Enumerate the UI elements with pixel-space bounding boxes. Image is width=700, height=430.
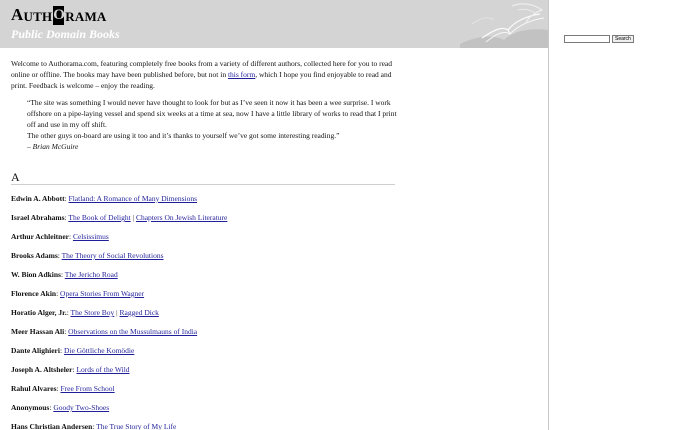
- section-divider: [11, 184, 395, 185]
- site-logo[interactable]: A UTH O RAMA: [11, 5, 107, 25]
- book-link[interactable]: Opera Stories From Wagner: [60, 289, 144, 298]
- logo-text-part1: UTH: [23, 9, 53, 24]
- logo-initial: A: [11, 5, 24, 24]
- book-link[interactable]: Goody Two-Shoes: [53, 403, 109, 412]
- author-name: Horatio Alger, Jr.: [11, 308, 67, 317]
- search-form: Search: [564, 35, 634, 43]
- book-link[interactable]: Flatland: A Romance of Many Dimensions: [69, 194, 198, 203]
- author-row: Arthur Achleitner: Celsissimus: [11, 232, 396, 251]
- author-row: Anonymous: Goody Two-Shoes: [11, 403, 396, 422]
- author-name: Joseph A. Altsheler: [11, 365, 73, 374]
- author-name: Arthur Achleitner: [11, 232, 69, 241]
- right-sidebar: Search: [548, 0, 700, 430]
- open-book-illustration-icon: [452, 0, 548, 48]
- author-row: Brooks Adams: The Theory of Social Revol…: [11, 251, 396, 270]
- author-name: Anonymous: [11, 403, 50, 412]
- author-name: Rahul Alvares: [11, 384, 57, 393]
- site-tagline: Public Domain Books: [11, 27, 120, 41]
- author-row: Rahul Alvares: Free From School: [11, 384, 396, 403]
- author-name: W. Bion Adkins: [11, 270, 61, 279]
- author-row: Edwin A. Abbott: Flatland: A Romance of …: [11, 194, 396, 213]
- book-link[interactable]: The True Story of My Life: [96, 422, 176, 430]
- author-row: Joseph A. Altsheler: Lords of the Wild: [11, 365, 396, 384]
- book-link[interactable]: Celsissimus: [73, 232, 109, 241]
- logo-boxed-letter: O: [53, 6, 66, 25]
- book-link[interactable]: The Jericho Road: [65, 270, 118, 279]
- logo-text-part2: RAMA: [65, 9, 107, 24]
- site-header: A UTH O RAMA Public Domain Books: [0, 0, 548, 48]
- book-link[interactable]: The Theory of Social Revolutions: [62, 251, 164, 260]
- author-name: Hans Christian Andersen: [11, 422, 93, 430]
- author-name: Meer Hassan Ali: [11, 327, 65, 336]
- author-list: Edwin A. Abbott: Flatland: A Romance of …: [11, 194, 396, 430]
- author-name: Florence Akin: [11, 289, 57, 298]
- author-row: Horatio Alger, Jr.: The Store Boy | Ragg…: [11, 308, 396, 327]
- quote-line-2: The other guys on-board are using it too…: [27, 131, 340, 140]
- book-link[interactable]: Chapters On Jewish Literature: [136, 213, 227, 222]
- search-input[interactable]: [564, 35, 610, 43]
- author-name: Edwin A. Abbott: [11, 194, 65, 203]
- author-name: Dante Alighieri: [11, 346, 60, 355]
- intro-paragraph: Welcome to Authorama.com, featuring comp…: [11, 58, 396, 91]
- book-link[interactable]: Lords of the Wild: [76, 365, 129, 374]
- book-link[interactable]: Free From School: [60, 384, 114, 393]
- author-row: Meer Hassan Ali: Observations on the Mus…: [11, 327, 396, 346]
- author-name: Israel Abrahams: [11, 213, 65, 222]
- search-button[interactable]: Search: [612, 35, 634, 43]
- quote-line-1: “The site was something I would never ha…: [27, 98, 397, 129]
- section-letter-heading: A: [11, 170, 20, 184]
- this-form-link[interactable]: this form: [228, 70, 255, 79]
- book-link[interactable]: The Book of Delight: [68, 213, 130, 222]
- author-row: Hans Christian Andersen: The True Story …: [11, 422, 396, 430]
- quote-attribution: – Brian McGuire: [27, 142, 79, 151]
- book-link[interactable]: Die Göttliche Komödie: [64, 346, 134, 355]
- author-row: Israel Abrahams: The Book of Delight | C…: [11, 213, 396, 232]
- book-link[interactable]: The Store Boy: [71, 308, 115, 317]
- testimonial-quote: “The site was something I would never ha…: [27, 97, 397, 152]
- author-row: Dante Alighieri: Die Göttliche Komödie: [11, 346, 396, 365]
- author-row: Florence Akin: Opera Stories From Wagner: [11, 289, 396, 308]
- author-row: W. Bion Adkins: The Jericho Road: [11, 270, 396, 289]
- book-link[interactable]: Ragged Dick: [120, 308, 159, 317]
- author-name: Brooks Adams: [11, 251, 58, 260]
- book-link[interactable]: Observations on the Mussulmauns of India: [68, 327, 197, 336]
